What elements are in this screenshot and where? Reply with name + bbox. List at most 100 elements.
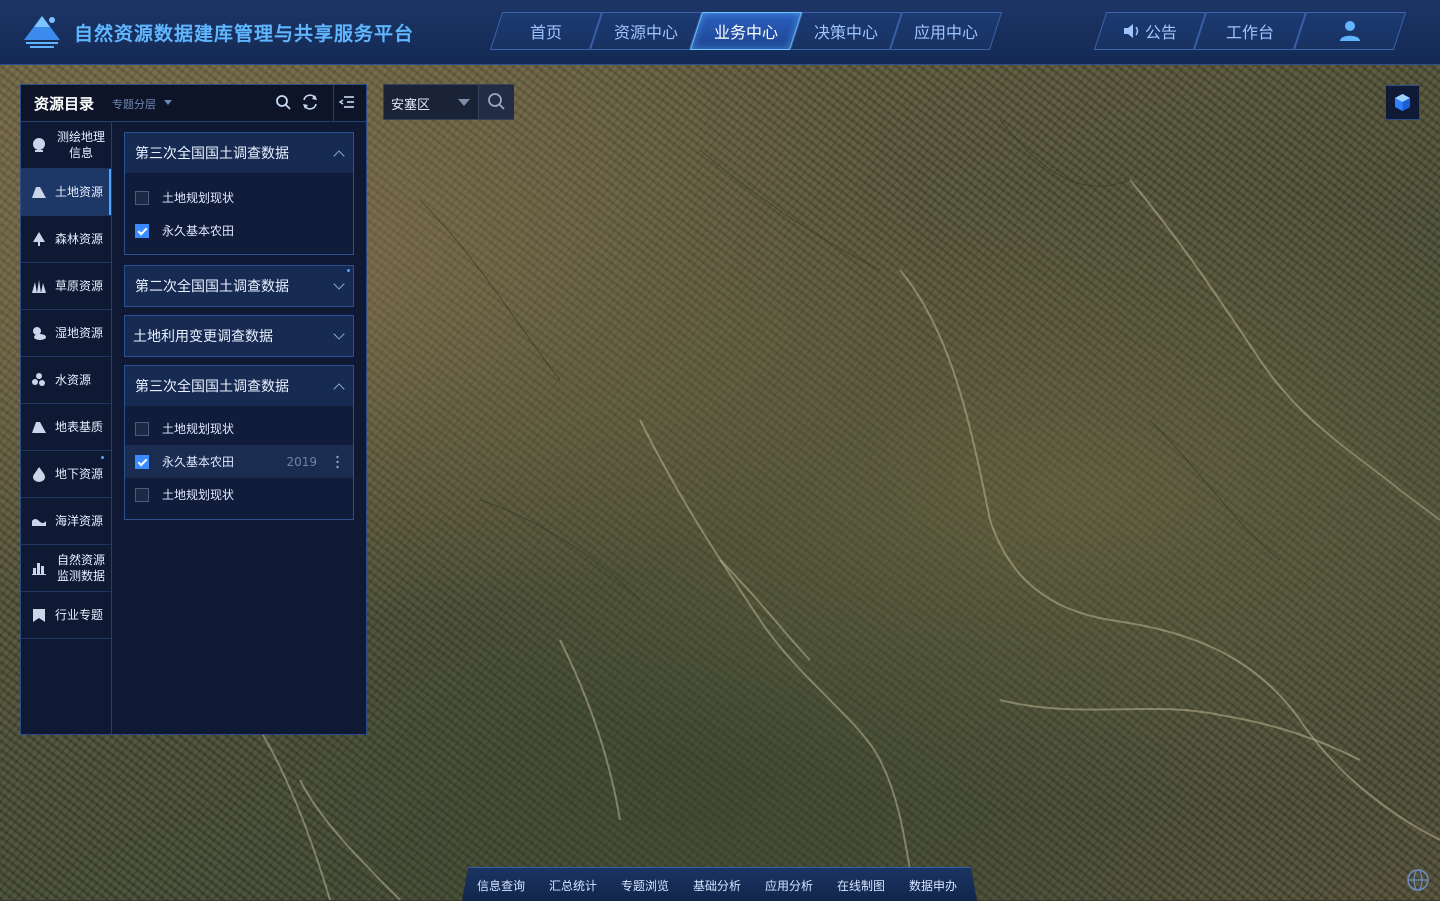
layer-checkbox[interactable]	[135, 223, 149, 238]
bottom-toolbar: 信息查询 汇总统计 专题浏览 基础分析 应用分析 在线制图 数据申办	[462, 867, 977, 901]
layer-item[interactable]: 永久基本农田 2019	[125, 445, 353, 478]
panel-header: 资源目录 专题分层	[21, 85, 366, 122]
mountain-logo-icon	[24, 16, 60, 48]
search-icon	[488, 93, 505, 110]
category-land[interactable]: 土地资源	[21, 169, 111, 216]
search-icon[interactable]	[274, 93, 292, 111]
chevron-up-icon[interactable]	[333, 383, 345, 395]
tree-icon	[33, 232, 45, 246]
group-title: 第三次全国国土调查数据	[135, 146, 289, 162]
layer-label: 土地规划现状	[162, 488, 235, 502]
tool-summary-statistics[interactable]: 汇总统计	[549, 877, 597, 894]
app-title: 自然资源数据建库管理与共享服务平台	[74, 22, 415, 45]
layer-item[interactable]: 土地规划现状	[125, 181, 353, 214]
nav-home-label: 首页	[529, 23, 562, 42]
layer-label: 土地规划现状	[162, 191, 235, 205]
category-label: 草原资源	[55, 279, 104, 293]
3d-view-button[interactable]	[1385, 85, 1420, 120]
category-sidebar: 测绘地理信息 土地资源 森林资源 草原资源 湿地资源 水资源 地表基质 地下资源…	[21, 122, 112, 734]
nav-home[interactable]: 首页	[496, 12, 596, 50]
bookmark-icon	[33, 609, 45, 622]
bar-chart-icon	[32, 563, 46, 575]
category-wetland[interactable]: 湿地资源	[21, 310, 111, 357]
surface-icon	[32, 422, 46, 433]
notification-dot	[101, 456, 104, 459]
group-header[interactable]: 土地利用变更调查数据	[125, 316, 353, 356]
nav-business-center[interactable]: 业务中心	[696, 12, 796, 50]
swap-icon[interactable]	[301, 93, 319, 111]
layer-checkbox[interactable]	[135, 421, 149, 436]
tool-topic-browse[interactable]: 专题浏览	[621, 877, 669, 894]
group-title: 第三次全国国土调查数据	[135, 379, 289, 395]
dataset-group-2nd-survey: 第二次全国国土调查数据	[124, 265, 354, 307]
category-industry-topics[interactable]: 行业专题	[21, 592, 111, 639]
wetland-icon	[33, 327, 46, 340]
category-monitoring-data[interactable]: 自然资源监测数据	[21, 545, 111, 592]
chevron-up-icon[interactable]	[333, 150, 345, 162]
layer-item[interactable]: 土地规划现状	[125, 478, 353, 511]
region-select[interactable]: 安塞区	[391, 94, 430, 113]
category-ocean[interactable]: 海洋资源	[21, 498, 111, 545]
chevron-down-icon[interactable]	[333, 328, 345, 340]
layer-checkbox[interactable]	[135, 454, 149, 469]
header-divider	[333, 85, 334, 121]
group-header[interactable]: 第三次全国国土调查数据	[125, 366, 353, 406]
user-icon	[1340, 21, 1360, 41]
category-label: 行业专题	[55, 608, 104, 622]
layer-item[interactable]: 土地规划现状	[125, 412, 353, 445]
group-title: 土地利用变更调查数据	[133, 329, 273, 345]
dataset-group-land-use-change: 土地利用变更调查数据	[124, 315, 354, 357]
category-surveying[interactable]: 测绘地理信息	[21, 122, 111, 169]
announcement-button[interactable]: 公告	[1100, 12, 1200, 50]
category-underground[interactable]: 地下资源	[21, 451, 111, 498]
category-label: 湿地资源	[55, 326, 104, 340]
panel-title: 资源目录	[34, 95, 95, 113]
category-forest[interactable]: 森林资源	[21, 216, 111, 263]
resource-catalog-panel: 资源目录 专题分层 测绘地理信息 土地资源 森林资源 草原资源 湿地资源 水资源…	[20, 84, 367, 735]
layer-checkbox[interactable]	[135, 487, 149, 502]
category-grassland[interactable]: 草原资源	[21, 263, 111, 310]
workbench-label: 工作台	[1225, 23, 1274, 42]
speaker-icon	[1123, 24, 1139, 38]
group-title: 第二次全国国土调查数据	[135, 279, 289, 295]
nav-resource-center[interactable]: 资源中心	[596, 12, 696, 50]
layer-item[interactable]: 永久基本农田	[125, 214, 353, 247]
water-icon	[32, 373, 45, 386]
workbench-button[interactable]: 工作台	[1200, 12, 1300, 50]
dataset-group-3rd-survey: 第三次全国国土调查数据 土地规划现状 永久基本农田	[124, 132, 354, 255]
category-label: 自然资源监测数据	[56, 553, 105, 583]
category-surface-substrate[interactable]: 地表基质	[21, 404, 111, 451]
layer-checkbox[interactable]	[135, 190, 149, 205]
search-button[interactable]	[478, 85, 514, 119]
dataset-group-3rd-survey-2: 第三次全国国土调查数据 土地规划现状 永久基本农田 2019 土地规划现状	[124, 365, 354, 520]
tool-application-analysis[interactable]: 应用分析	[765, 877, 813, 894]
category-water[interactable]: 水资源	[21, 357, 111, 404]
group-header[interactable]: 第三次全国国土调查数据	[125, 133, 353, 173]
user-button[interactable]	[1300, 12, 1400, 50]
nav-application-center-label: 应用中心	[913, 23, 978, 42]
caret-down-icon[interactable]	[164, 100, 172, 105]
collapse-menu-icon[interactable]	[338, 93, 356, 111]
chevron-down-icon[interactable]	[333, 278, 345, 290]
category-label: 土地资源	[55, 185, 104, 199]
cube-icon	[1395, 94, 1410, 111]
nav-application-center[interactable]: 应用中心	[896, 12, 996, 50]
tool-basic-analysis[interactable]: 基础分析	[693, 877, 741, 894]
globe-compass-icon[interactable]	[1404, 866, 1432, 894]
category-label: 海洋资源	[55, 514, 104, 528]
land-icon	[32, 187, 46, 198]
layer-mode-select[interactable]: 专题分层	[112, 96, 156, 112]
layer-year: 2019	[286, 454, 317, 469]
region-search: 安塞区	[383, 84, 514, 120]
more-options-icon[interactable]	[336, 455, 339, 469]
nav-decision-center[interactable]: 决策中心	[796, 12, 896, 50]
brand: 自然资源数据建库管理与共享服务平台	[22, 12, 414, 52]
tool-info-query[interactable]: 信息查询	[477, 877, 525, 894]
nav-decision-center-label: 决策中心	[813, 23, 878, 42]
dropdown-arrow-icon[interactable]	[458, 99, 470, 106]
globe-icon	[33, 138, 45, 152]
group-header[interactable]: 第二次全国国土调查数据	[125, 266, 353, 306]
nav-resource-center-label: 资源中心	[613, 23, 678, 42]
tool-online-mapping[interactable]: 在线制图	[837, 877, 885, 894]
tool-data-application[interactable]: 数据申办	[909, 877, 957, 894]
